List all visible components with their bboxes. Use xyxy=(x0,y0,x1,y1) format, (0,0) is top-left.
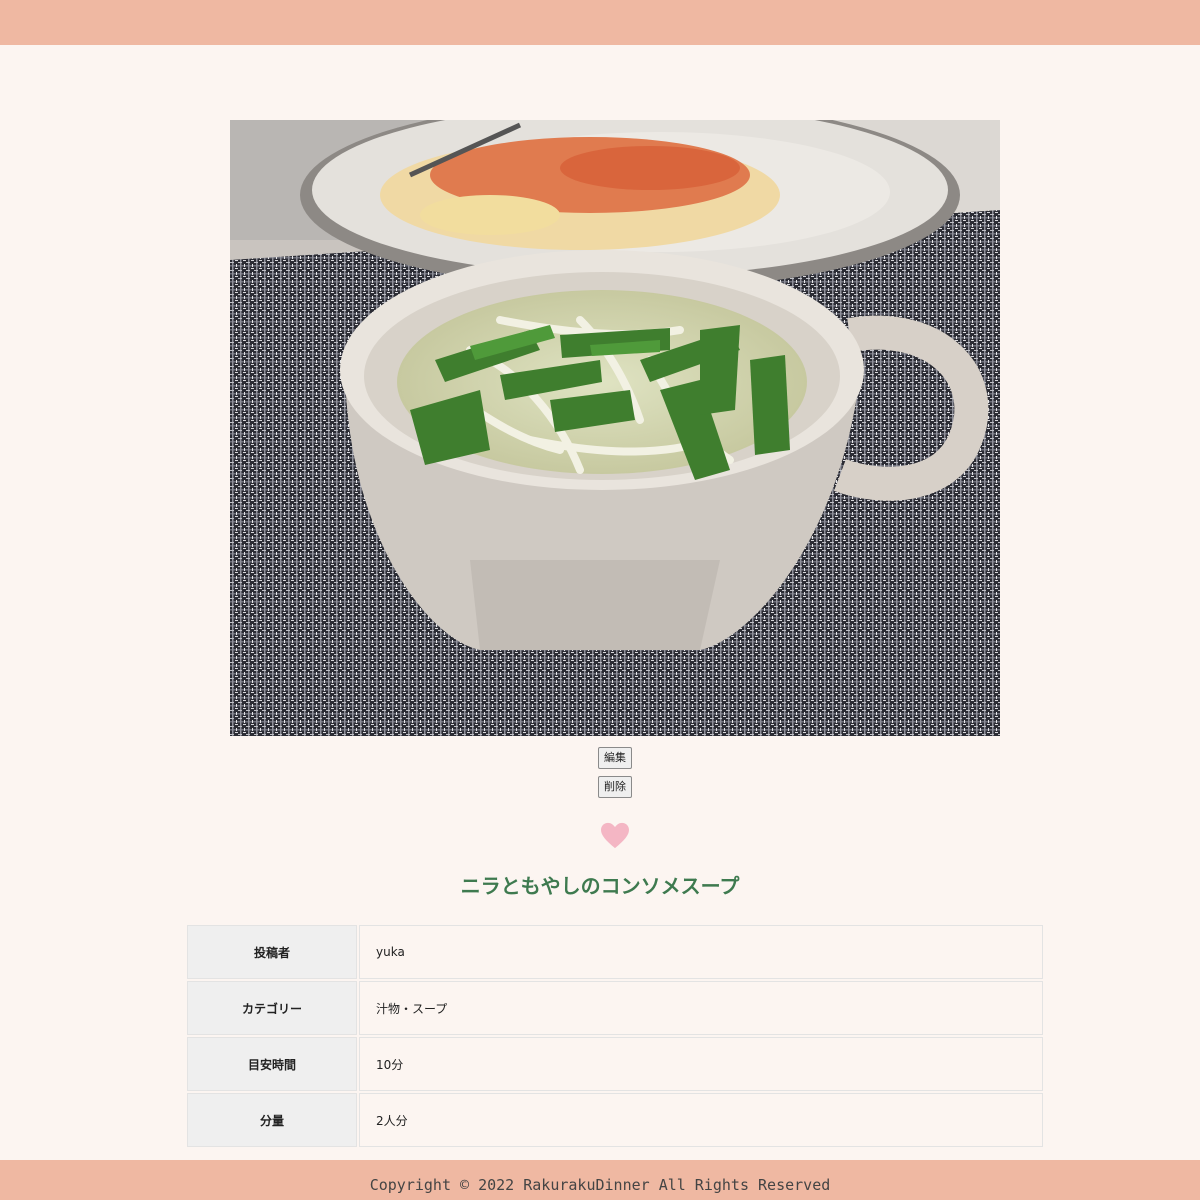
row-value: 10分 xyxy=(359,1037,1043,1091)
edit-button[interactable]: 編集 xyxy=(598,747,632,769)
dish-photo xyxy=(230,120,1000,736)
recipe-details-table: 投稿者 yuka カテゴリー 汁物・スープ 目安時間 10分 分量 2人分 xyxy=(185,923,1045,1149)
row-label: カテゴリー xyxy=(187,981,357,1035)
row-value: 汁物・スープ xyxy=(359,981,1043,1035)
table-row: 目安時間 10分 xyxy=(187,1037,1043,1091)
row-label: 目安時間 xyxy=(187,1037,357,1091)
row-label: 投稿者 xyxy=(187,925,357,979)
table-row: カテゴリー 汁物・スープ xyxy=(187,981,1043,1035)
row-label: 分量 xyxy=(187,1093,357,1147)
copyright-text: Copyright © 2022 RakurakuDinner All Righ… xyxy=(369,1176,831,1194)
footer: Copyright © 2022 RakurakuDinner All Righ… xyxy=(0,1160,1200,1200)
delete-button[interactable]: 削除 xyxy=(598,776,632,798)
heart-icon[interactable] xyxy=(600,822,630,850)
header-bar xyxy=(0,0,1200,45)
recipe-title: ニラともやしのコンソメスープ xyxy=(460,874,740,898)
table-row: 分量 2人分 xyxy=(187,1093,1043,1147)
row-value: 2人分 xyxy=(359,1093,1043,1147)
row-value: yuka xyxy=(359,925,1043,979)
table-row: 投稿者 yuka xyxy=(187,925,1043,979)
